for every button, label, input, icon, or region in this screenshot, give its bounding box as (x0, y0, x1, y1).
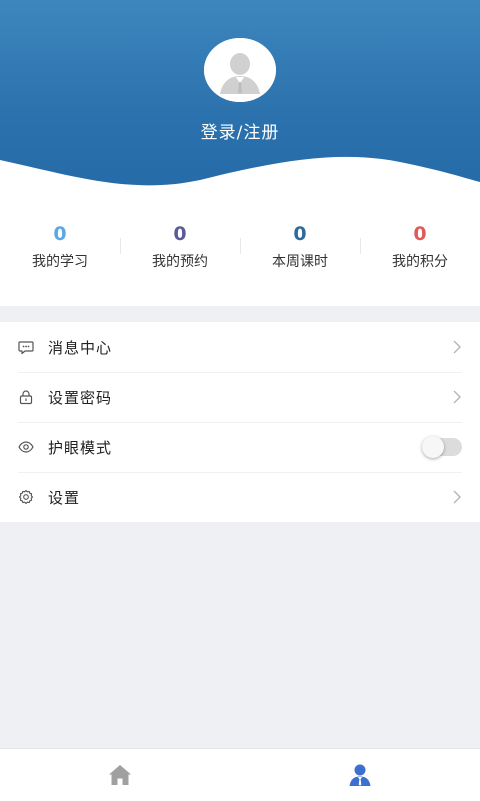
stat-value: 0 (173, 223, 187, 245)
stat-label: 我的学习 (32, 254, 88, 270)
menu-item-message-center[interactable]: 消息中心 (0, 322, 480, 372)
stat-my-study[interactable]: 0 我的学习 (0, 200, 120, 306)
menu-item-set-password[interactable]: 设置密码 (0, 372, 480, 422)
chevron-right-icon (453, 490, 461, 504)
stat-weekly-hours[interactable]: 0 本周课时 (240, 200, 360, 306)
menu-item-label: 设置密码 (48, 388, 113, 407)
lock-icon (18, 389, 34, 405)
gear-icon (18, 489, 34, 505)
menu-item-label: 设置 (48, 488, 81, 507)
login-register-link[interactable]: 登录/注册 (0, 118, 480, 143)
menu-item-settings[interactable]: 设置 (0, 472, 480, 522)
chevron-right-icon (453, 340, 461, 354)
eye-icon (18, 439, 34, 455)
user-avatar-icon (204, 38, 276, 102)
avatar[interactable] (204, 38, 276, 102)
menu-item-label: 消息中心 (48, 338, 113, 357)
stat-label: 我的预约 (152, 254, 208, 270)
chevron-right-icon (453, 390, 461, 404)
menu-item-label: 护眼模式 (48, 438, 113, 457)
stat-my-reservation[interactable]: 0 我的预约 (120, 200, 240, 306)
stat-my-points[interactable]: 0 我的积分 (360, 200, 480, 306)
profile-header: 登录/注册 (0, 0, 480, 200)
stat-value: 0 (53, 223, 67, 245)
stat-label: 我的积分 (392, 254, 448, 270)
eye-protection-toggle[interactable] (422, 436, 462, 458)
tab-profile[interactable] (240, 749, 480, 801)
tab-home[interactable] (0, 749, 240, 801)
stat-value: 0 (413, 223, 427, 245)
stat-value: 0 (293, 223, 307, 245)
menu-item-eye-protection: 护眼模式 (0, 422, 480, 472)
stat-label: 本周课时 (272, 254, 328, 270)
message-icon (18, 339, 34, 355)
settings-menu: 消息中心 设置密码 护眼模式 设置 (0, 322, 480, 522)
stats-row: 0 我的学习 0 我的预约 0 本周课时 0 我的积分 (0, 200, 480, 306)
home-icon (109, 765, 131, 785)
user-icon (349, 764, 371, 786)
toggle-knob (422, 436, 444, 458)
bottom-tab-bar (0, 748, 480, 801)
